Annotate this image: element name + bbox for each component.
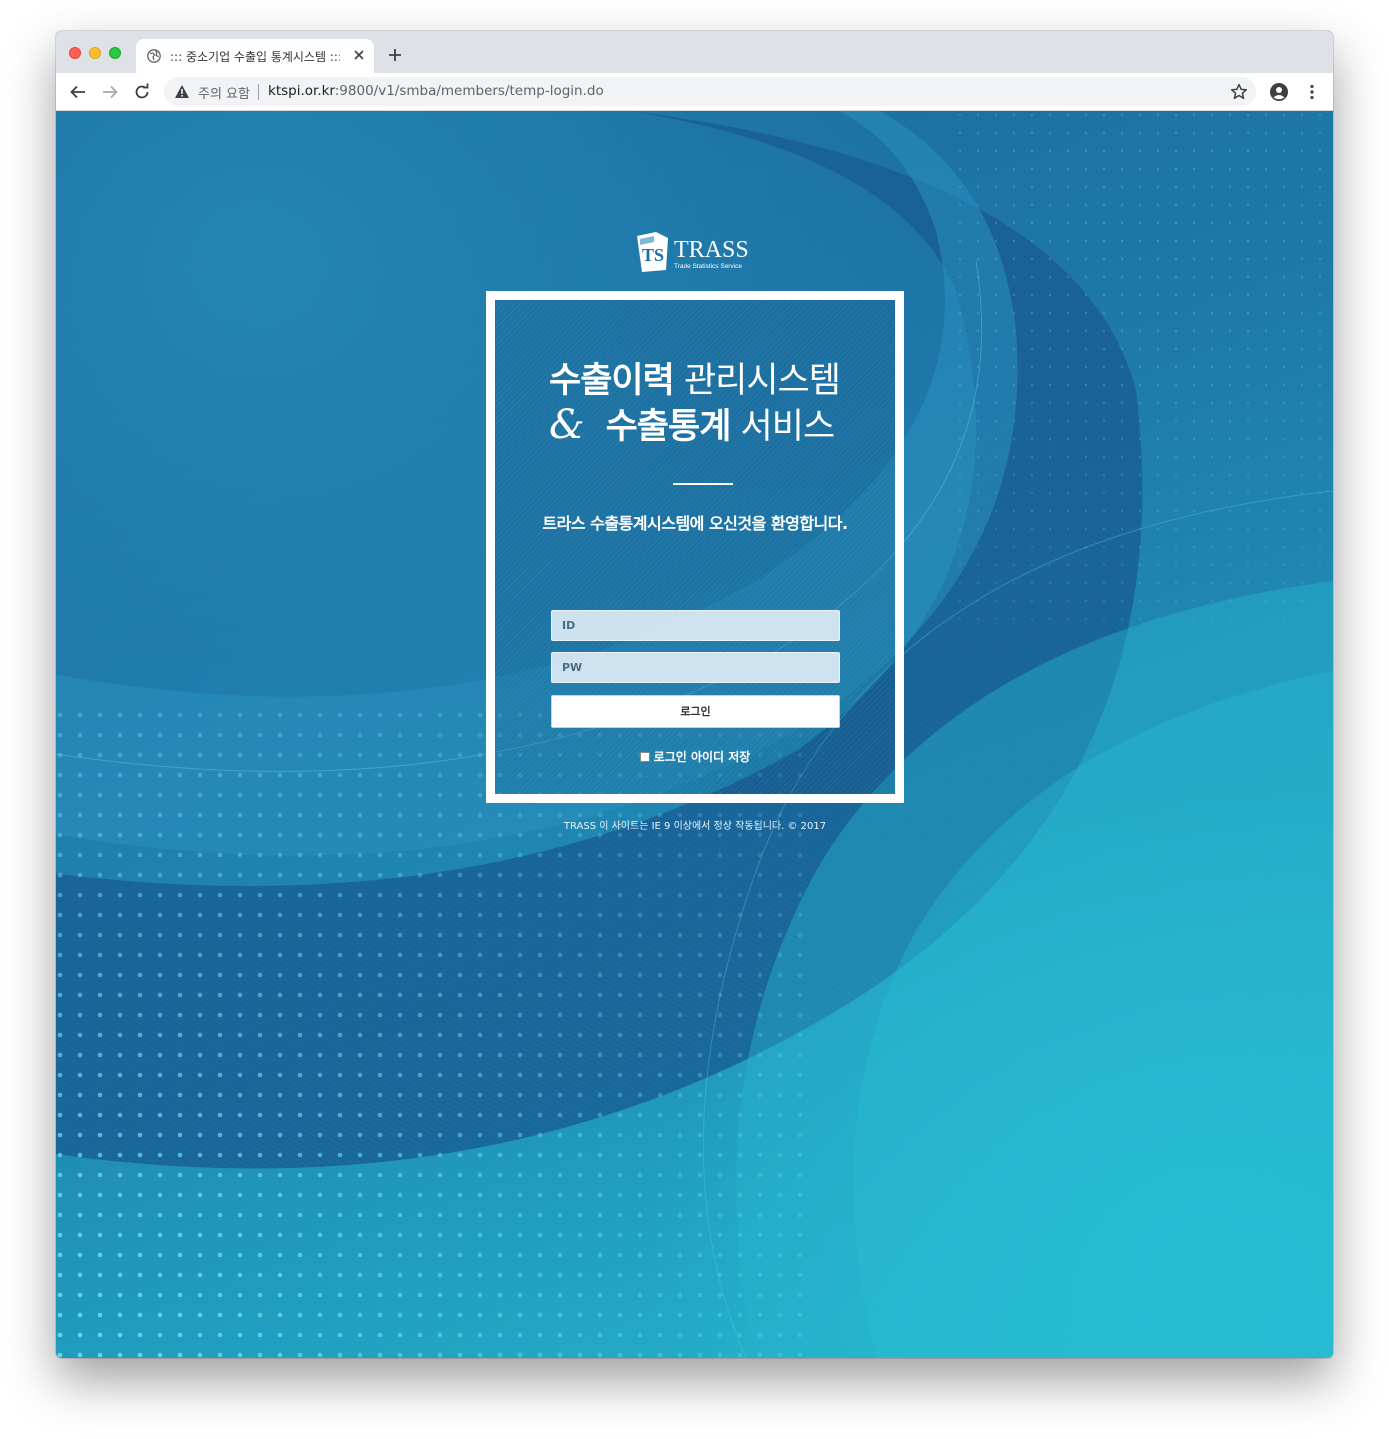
- profile-avatar-icon[interactable]: [1269, 82, 1289, 102]
- globe-icon: [147, 49, 161, 63]
- tab-title: ::: 중소기업 수출입 통계시스템 :::: [170, 50, 340, 64]
- url-path: :9800/v1/smba/members/temp-login.do: [334, 83, 604, 99]
- login-box: 수출이력 관리시스템 & 수출통계 서비스 트라스 수출통계시스템에 오신것을 환…: [486, 291, 904, 803]
- password-input[interactable]: [551, 652, 840, 683]
- browser-window: ::: 중소기업 수출입 통계시스템 ::: 주의 요함 ktspi.or.kr…: [56, 31, 1333, 1358]
- login-page: TS TRASS Trade Statistics Service 수출이력 관…: [56, 111, 1333, 1358]
- title-line2-bold: 수출통계: [605, 407, 732, 447]
- close-icon[interactable]: [352, 48, 366, 62]
- menu-kebab-icon[interactable]: [1302, 82, 1322, 102]
- login-button[interactable]: 로그인: [551, 695, 840, 728]
- browser-tab[interactable]: ::: 중소기업 수출입 통계시스템 :::: [136, 39, 374, 73]
- close-window-button[interactable]: [69, 47, 81, 59]
- bookmark-star-icon[interactable]: [1229, 82, 1249, 102]
- remember-id-label[interactable]: 로그인 아이디 저장: [654, 750, 751, 764]
- logo-tagline: Trade Statistics Service: [674, 263, 742, 270]
- logo-name: TRASS: [674, 237, 749, 263]
- maximize-window-button[interactable]: [109, 47, 121, 59]
- omnibox-divider: [258, 84, 259, 100]
- back-arrow-icon[interactable]: [68, 82, 88, 102]
- tab-strip: ::: 중소기업 수출입 통계시스템 :::: [56, 31, 1333, 73]
- warning-icon[interactable]: [174, 84, 190, 99]
- url-text[interactable]: ktspi.or.kr:9800/v1/smba/members/temp-lo…: [268, 83, 604, 99]
- welcome-message: 트라스 수출통계시스템에 오신것을 환영합니다.: [542, 514, 848, 533]
- browser-toolbar: 주의 요함 ktspi.or.kr:9800/v1/smba/members/t…: [56, 73, 1333, 111]
- footer-notice: TRASS 이 사이트는 IE 9 이상에서 정상 작동됩니다. © 2017: [563, 821, 827, 832]
- title-line1-light: 관리시스템: [673, 361, 841, 401]
- logo-badge: TS: [642, 245, 664, 265]
- remember-id-checkbox[interactable]: [639, 752, 650, 762]
- title-line-1: 수출이력 관리시스템: [549, 352, 841, 403]
- id-input[interactable]: [551, 610, 840, 641]
- forward-arrow-icon[interactable]: [100, 82, 120, 102]
- minimize-window-button[interactable]: [89, 47, 101, 59]
- remember-id-row[interactable]: 로그인 아이디 저장: [495, 748, 895, 765]
- address-bar[interactable]: 주의 요함 ktspi.or.kr:9800/v1/smba/members/t…: [164, 77, 1256, 106]
- ampersand: &: [549, 402, 585, 448]
- title-line2-light: 서비스: [730, 407, 836, 447]
- title-line-2: & 수출통계 서비스: [549, 398, 836, 449]
- security-label[interactable]: 주의 요함: [198, 83, 250, 102]
- trass-logo: TS TRASS Trade Statistics Service: [637, 232, 749, 272]
- url-host: ktspi.or.kr: [268, 83, 335, 99]
- title-line1-bold: 수출이력: [549, 361, 675, 401]
- new-tab-icon[interactable]: [387, 47, 403, 63]
- reload-icon[interactable]: [132, 82, 152, 102]
- title-divider: [673, 483, 733, 485]
